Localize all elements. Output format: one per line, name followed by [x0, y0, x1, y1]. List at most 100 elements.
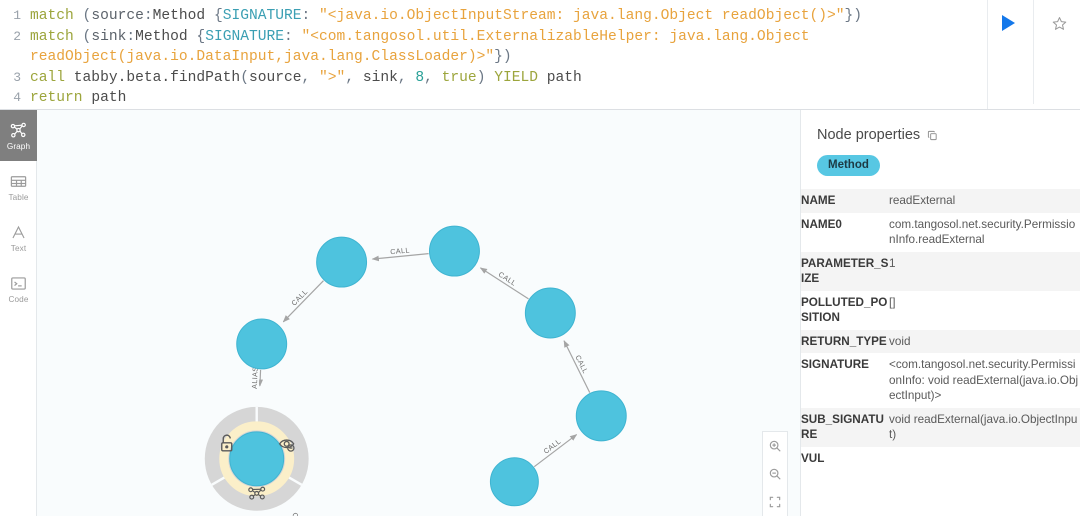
cypher-editor[interactable]: 1 match (source:Method {SIGNATURE: "<java… [0, 0, 1080, 110]
property-row: SUB_SIGNATURE void readExternal(java.io.O… [801, 407, 1080, 447]
property-row: RETURN_TYPE void [801, 329, 1080, 353]
sidebar-item-text[interactable]: Text [0, 212, 37, 263]
graph-edge[interactable] [257, 369, 264, 387]
code-token: 8 [415, 69, 425, 86]
run-query-button[interactable] [992, 8, 1026, 38]
node-label-chip[interactable]: Method [817, 155, 880, 176]
property-key: RETURN_TYPE [801, 329, 889, 353]
code-token: { [213, 8, 223, 24]
property-key: NAME0 [801, 212, 889, 252]
graph-node[interactable] [428, 225, 480, 277]
code-token: "<java.io.ObjectInputStream: java.lang.O… [319, 8, 845, 24]
result-view-tabs[interactable]: Graph Table Text Code [0, 110, 37, 516]
code-token: Method [152, 8, 214, 24]
graph-edge-label: CALL [390, 245, 410, 256]
action-divider [1033, 0, 1035, 104]
code-token: ) [476, 69, 495, 86]
code-token: path [546, 69, 582, 86]
editor-action-bar [988, 0, 1080, 109]
code-token: , [397, 69, 416, 86]
code-icon [11, 276, 26, 290]
property-row: POLLUTED_POSITION[] [801, 290, 1080, 330]
code-token: sink [362, 69, 398, 86]
code-token: , [301, 69, 320, 86]
code-token: ( [240, 69, 249, 86]
graph-canvas[interactable]: CALLCALLCALLCALLCALLALIASCALLCALL Unlock… [37, 110, 800, 516]
code-token: }) [844, 8, 863, 24]
code-token: tabby.beta.findPath [73, 69, 241, 86]
code-token: { [196, 28, 206, 45]
property-row: NAME readExternal [801, 189, 1080, 213]
neo4j-browser-result-frame: 1 match (source:Method {SIGNATURE: "<java… [0, 0, 1080, 516]
property-key: PARAMETER_SIZE [801, 251, 889, 291]
code-token: true [441, 69, 477, 86]
property-value: [] [889, 290, 1080, 330]
sidebar-item-code[interactable]: Code [0, 263, 37, 314]
sidebar-item-text-label: Text [10, 243, 27, 253]
play-icon [1002, 15, 1016, 31]
node-properties-table: NAME readExternal NAME0 com.tangosol.net.se… [801, 189, 1080, 470]
code-token: , [345, 69, 363, 86]
graph-node[interactable] [316, 236, 368, 288]
property-row: PARAMETER_SIZE 1 [801, 251, 1080, 291]
property-row: VUL [801, 446, 1080, 470]
code-token: match [30, 8, 83, 24]
zoom-out-icon [769, 468, 781, 480]
favorite-button[interactable] [1042, 8, 1076, 38]
code-line: 3 call tabby.beta.findPath(source, ">", s… [0, 68, 987, 89]
graph-edge-label: CALL [290, 511, 308, 516]
graph-icon [10, 122, 26, 138]
zoom-out-button[interactable] [762, 460, 788, 488]
code-line-text[interactable]: match (source:Method {SIGNATURE: "<java.… [30, 6, 987, 27]
graph-node[interactable] [229, 431, 285, 487]
code-token: : [143, 8, 153, 24]
graph-node[interactable] [489, 457, 539, 507]
cypher-editor-code[interactable]: 1 match (source:Method {SIGNATURE: "<java… [0, 0, 988, 109]
property-value: readExternal [889, 189, 1080, 213]
property-key: POLLUTED_POSITION [801, 290, 889, 330]
table-icon [10, 175, 27, 187]
zoom-fit-button[interactable] [762, 488, 788, 516]
code-line-text[interactable]: return path [30, 88, 987, 109]
zoom-in-icon [769, 440, 781, 452]
code-token: SIGNATURE [205, 28, 285, 45]
code-token: : [126, 28, 136, 45]
property-key: SUB_SIGNATURE [801, 407, 889, 447]
property-key: VUL [801, 446, 889, 470]
code-token: : [284, 28, 302, 45]
property-value: com.tangosol.net.security.PermissionInfo… [889, 212, 1080, 252]
code-token: call [30, 69, 74, 86]
code-line: 2 match (sink:Method {SIGNATURE: "<com.ta… [0, 27, 987, 68]
code-token: : [301, 8, 320, 24]
sidebar-item-table[interactable]: Table [0, 161, 37, 212]
sidebar-item-graph[interactable]: Graph [0, 110, 37, 161]
graph-node[interactable] [236, 318, 288, 370]
copy-icon[interactable] [927, 130, 938, 141]
zoom-in-button[interactable] [762, 432, 788, 460]
code-token: Method [135, 28, 197, 45]
code-token: SIGNATURE [222, 8, 302, 24]
code-token: source [91, 8, 144, 24]
star-icon [1052, 16, 1066, 30]
graph-edge-label: ALIAS [250, 366, 260, 389]
sidebar-item-code-label: Code [8, 294, 29, 304]
graph-zoom-controls[interactable] [762, 431, 788, 516]
code-token: }) [494, 49, 512, 65]
text-icon [12, 225, 25, 238]
node-properties-panel[interactable]: Node properties Method NAME readExternal N… [800, 110, 1080, 516]
result-body: Graph Table Text Code CALL CALL CALL CAL… [0, 110, 1080, 516]
sidebar-item-graph-label: Graph [6, 141, 31, 151]
line-number: 2 [13, 28, 21, 44]
property-value: 1 [889, 251, 1080, 291]
code-line-text[interactable]: call tabby.beta.findPath(source, ">", si… [30, 68, 987, 89]
code-line: 1 match (source:Method {SIGNATURE: "<java… [0, 6, 987, 27]
cypher-code-area[interactable]: 1 match (source:Method {SIGNATURE: "<java… [0, 6, 987, 109]
sidebar-item-table-label: Table [8, 192, 29, 202]
code-token: ( [82, 28, 92, 45]
graph-node[interactable] [575, 390, 627, 442]
node-properties-title: Node properties [801, 110, 1080, 143]
graph-visualization[interactable]: CALLCALLCALLCALLCALLALIASCALLCALL Unlock… [37, 110, 800, 516]
code-line-text[interactable]: match (sink:Method {SIGNATURE: "<com.tan… [30, 27, 987, 68]
property-value [889, 446, 1080, 470]
graph-node[interactable] [524, 287, 576, 339]
